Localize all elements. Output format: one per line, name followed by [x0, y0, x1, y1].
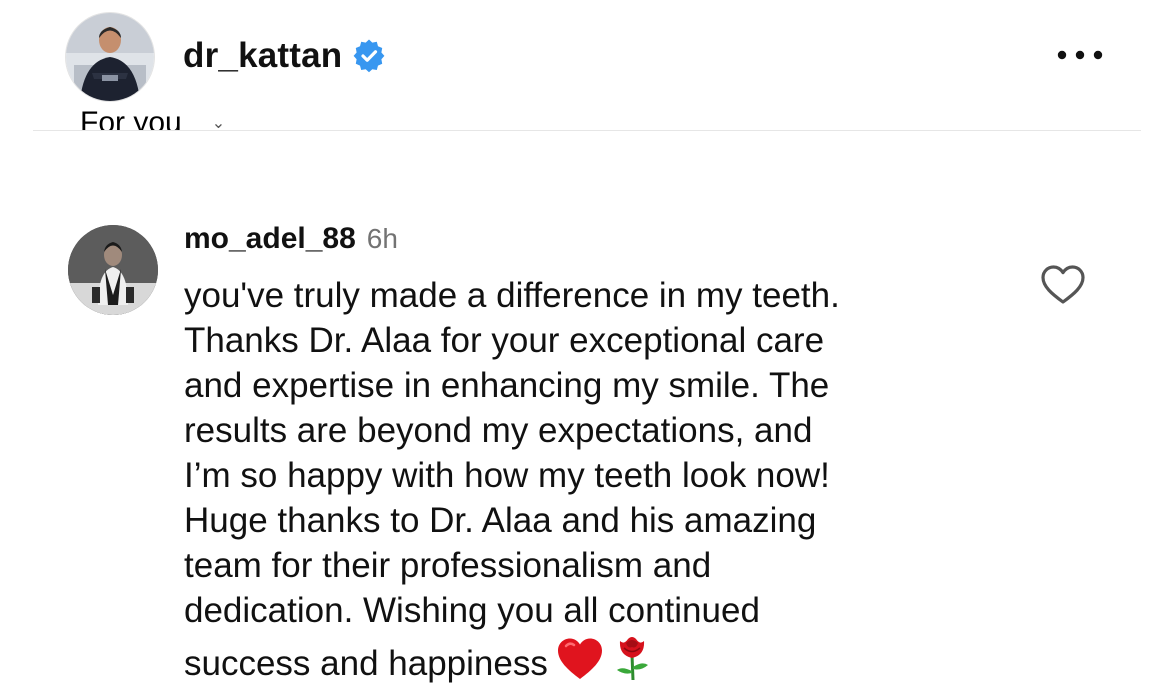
author-avatar[interactable] [66, 13, 154, 101]
post-header: dr_kattan For you ⌄ [0, 0, 1175, 131]
comment-body: you've truly made a difference in my tee… [184, 273, 984, 692]
comment-line: team for their professionalism and [184, 546, 712, 585]
header-divider [33, 130, 1141, 131]
commenter-avatar[interactable] [68, 225, 158, 315]
heart-outline-icon [1041, 265, 1085, 304]
sort-dropdown[interactable]: For you ⌄ [80, 103, 225, 139]
comment-line: I’m so happy with how my teeth look now! [184, 456, 830, 495]
comment-line: Thanks Dr. Alaa for your exceptional car… [184, 321, 825, 360]
comment-line: success and happiness [184, 644, 548, 683]
rose-icon [612, 633, 652, 692]
verified-badge-icon [352, 39, 386, 73]
more-options-icon [1057, 50, 1103, 60]
commenter-avatar-image [68, 225, 158, 315]
author-username[interactable]: dr_kattan [183, 36, 342, 76]
comment-like-button[interactable] [1040, 264, 1086, 306]
comment-line: you've truly made a difference in my tee… [184, 276, 840, 315]
comment-line: and expertise in enhancing my smile. The [184, 366, 830, 405]
commenter-username[interactable]: mo_adel_88 [184, 222, 356, 256]
more-options-button[interactable] [1050, 42, 1110, 68]
author-avatar-image [66, 13, 154, 101]
comment-line: Huge thanks to Dr. Alaa and his amazing [184, 501, 817, 540]
comment-line: dedication. Wishing you all continued [184, 591, 760, 630]
comment-timestamp: 6h [366, 223, 398, 254]
comment-last-line: success and happiness [184, 633, 984, 692]
red-heart-icon [556, 637, 604, 692]
author-row: dr_kattan [183, 34, 386, 78]
sort-label: For you [80, 106, 182, 139]
comment-header: mo_adel_88 6h [184, 222, 398, 262]
comment-line: results are beyond my expectations, and [184, 411, 813, 450]
